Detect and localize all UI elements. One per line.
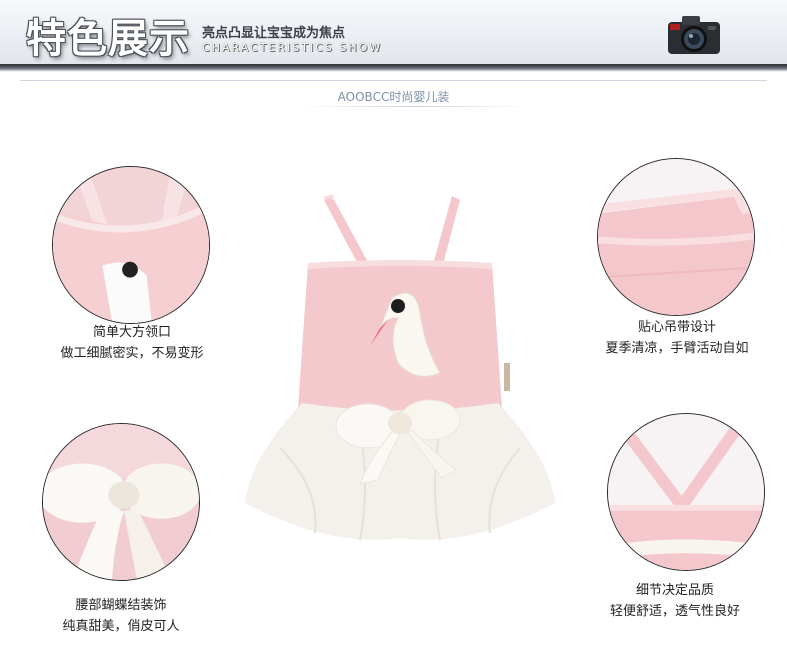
feature-title: 简单大方领口	[92, 325, 171, 340]
detail-strap-image	[597, 158, 755, 316]
feature-title: 细节决定品质	[635, 583, 714, 598]
section-subtitle-en: CHARACTERISTICS SHOW	[202, 41, 383, 54]
feature-caption-strap: 贴心吊带设计 夏季清凉，手臂活动自如	[592, 317, 762, 359]
feature-caption-neckline: 简单大方领口 做工细腻密实，不易变形	[48, 322, 216, 364]
detail-back-image	[607, 413, 765, 571]
feature-title: 腰部蝴蝶结装饰	[75, 598, 167, 613]
section-subtitle-cn: 亮点凸显让宝宝成为焦点	[202, 26, 346, 41]
feature-desc: 纯真甜美，俏皮可人	[62, 619, 180, 634]
detail-bow-image	[42, 423, 200, 581]
header-shadow-bar	[0, 64, 787, 72]
brand-name: AOOBCC时尚婴儿装	[337, 90, 450, 104]
brand-underline	[300, 106, 530, 107]
brand-divider	[20, 80, 767, 81]
product-dress-image	[220, 188, 580, 548]
detail-neckline-image	[52, 166, 210, 324]
feature-caption-bow: 腰部蝴蝶结装饰 纯真甜美，俏皮可人	[37, 595, 205, 637]
feature-title: 贴心吊带设计	[637, 320, 716, 335]
feature-caption-quality: 细节决定品质 轻便舒适，透气性良好	[590, 580, 760, 622]
camera-icon	[666, 12, 722, 56]
feature-desc: 做工细腻密实，不易变形	[60, 346, 204, 361]
section-title: 特色展示	[26, 16, 190, 62]
feature-desc: 轻便舒适，透气性良好	[609, 604, 740, 619]
feature-desc: 夏季清凉，手臂活动自如	[605, 341, 749, 356]
